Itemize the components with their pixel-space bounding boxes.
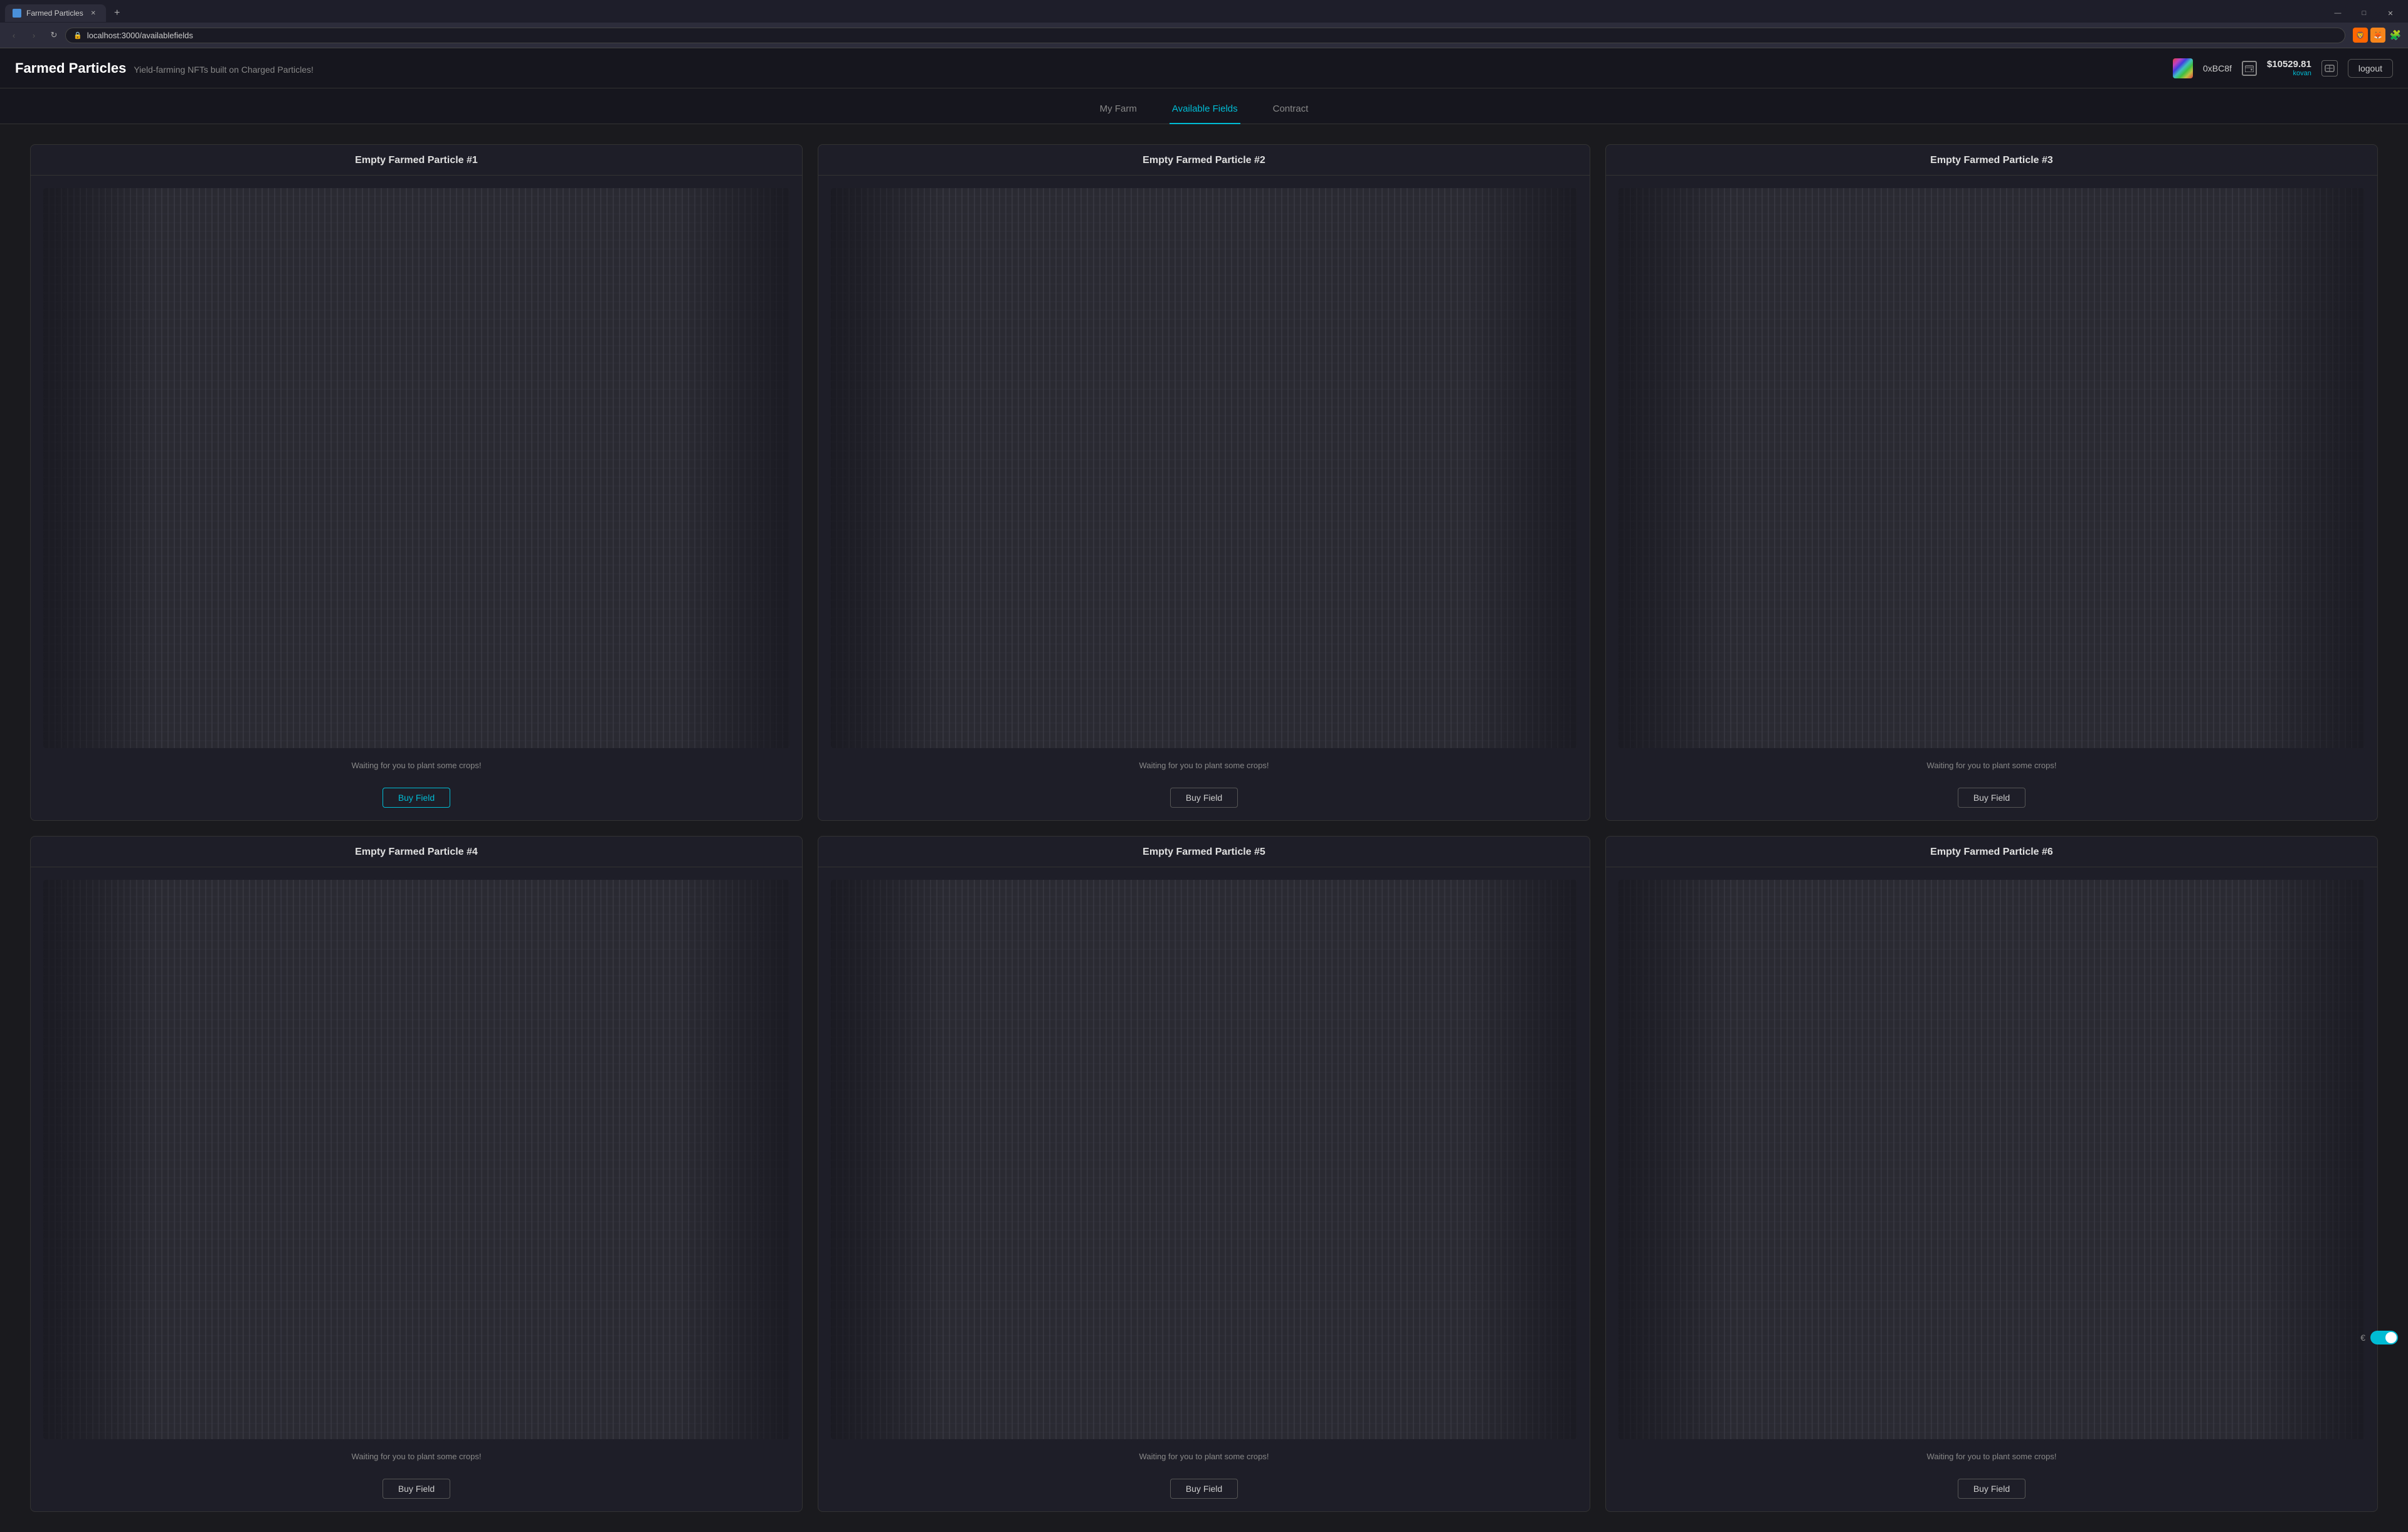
particle-card-1: Empty Farmed Particle #1 Waiting for you…	[30, 144, 803, 821]
browser-chrome: Farmed Particles ✕ + — □ ✕ ‹ › ↻ 🔒 local…	[0, 0, 2408, 48]
card-title-3: Empty Farmed Particle #3	[1606, 145, 2377, 176]
card-actions-5: Buy Field	[818, 1471, 1590, 1511]
particle-card-4: Empty Farmed Particle #4 Waiting for you…	[30, 836, 803, 1513]
particle-image-6	[1619, 880, 2365, 1440]
main-content: Empty Farmed Particle #1 Waiting for you…	[0, 124, 2408, 1532]
card-actions-6: Buy Field	[1606, 1471, 2377, 1511]
app-header: Farmed Particles Yield-farming NFTs buil…	[0, 48, 2408, 88]
window-controls: — □ ✕	[2325, 4, 2403, 22]
tab-my-farm[interactable]: My Farm	[1097, 98, 1139, 124]
card-title-5: Empty Farmed Particle #5	[818, 837, 1590, 867]
wallet-address: 0xBC8f	[2203, 63, 2232, 73]
buy-field-button-2[interactable]: Buy Field	[1170, 788, 1238, 808]
buy-field-button-6[interactable]: Buy Field	[1958, 1479, 2025, 1499]
close-button[interactable]: ✕	[2378, 4, 2403, 22]
tab-close-button[interactable]: ✕	[88, 8, 98, 18]
toggle-switch[interactable]	[2370, 1331, 2398, 1344]
wallet-balance: $10529.81	[2267, 59, 2311, 70]
wallet-avatar	[2173, 58, 2193, 78]
extensions-area: 🦁 🦊 🧩	[2353, 28, 2403, 43]
bottom-right-controls: €	[2360, 1331, 2398, 1344]
card-image-area-2	[818, 176, 1590, 761]
card-status-4: Waiting for you to plant some crops!	[31, 1452, 802, 1471]
buy-field-button-5[interactable]: Buy Field	[1170, 1479, 1238, 1499]
tab-contract[interactable]: Contract	[1270, 98, 1311, 124]
tab-bar: Farmed Particles ✕ + — □ ✕	[0, 0, 2408, 23]
nav-tabs: My Farm Available Fields Contract	[0, 88, 2408, 124]
tab-available-fields[interactable]: Available Fields	[1170, 98, 1240, 124]
buy-field-button-4[interactable]: Buy Field	[383, 1479, 450, 1499]
address-bar-row: ‹ › ↻ 🔒 localhost:3000/availablefields 🦁…	[0, 23, 2408, 48]
refresh-button[interactable]: ↻	[45, 26, 63, 44]
network-icon	[2321, 60, 2338, 77]
app-title: Farmed Particles	[15, 60, 126, 77]
card-status-6: Waiting for you to plant some crops!	[1606, 1452, 2377, 1471]
maximize-button[interactable]: □	[2352, 4, 2377, 22]
card-status-2: Waiting for you to plant some crops!	[818, 761, 1590, 780]
wallet-icon	[2242, 61, 2257, 76]
card-actions-4: Buy Field	[31, 1471, 802, 1511]
tab-favicon	[13, 9, 21, 18]
card-image-area-4	[31, 867, 802, 1452]
header-right: 0xBC8f $10529.81 kovan logout	[2173, 58, 2393, 78]
card-status-3: Waiting for you to plant some crops!	[1606, 761, 2377, 780]
forward-button[interactable]: ›	[25, 26, 43, 44]
card-image-area-1	[31, 176, 802, 761]
security-icon: 🔒	[73, 31, 82, 40]
cards-grid: Empty Farmed Particle #1 Waiting for you…	[30, 144, 2378, 1512]
card-status-5: Waiting for you to plant some crops!	[818, 1452, 1590, 1471]
card-actions-3: Buy Field	[1606, 780, 2377, 820]
back-button[interactable]: ‹	[5, 26, 23, 44]
particle-image-5	[831, 880, 1577, 1440]
card-status-1: Waiting for you to plant some crops!	[31, 761, 802, 780]
card-title-6: Empty Farmed Particle #6	[1606, 837, 2377, 867]
card-image-area-6	[1606, 867, 2377, 1452]
new-tab-button[interactable]: +	[108, 4, 126, 22]
particle-card-6: Empty Farmed Particle #6 Waiting for you…	[1605, 836, 2378, 1513]
app-subtitle: Yield-farming NFTs built on Charged Part…	[134, 65, 314, 75]
card-actions-2: Buy Field	[818, 780, 1590, 820]
particle-card-2: Empty Farmed Particle #2 Waiting for you…	[818, 144, 1590, 821]
active-tab[interactable]: Farmed Particles ✕	[5, 4, 106, 22]
card-image-area-5	[818, 867, 1590, 1452]
brave-shield-icon: 🦁	[2353, 28, 2368, 43]
buy-field-button-3[interactable]: Buy Field	[1958, 788, 2025, 808]
wallet-info-group: $10529.81 kovan	[2267, 59, 2311, 77]
card-title-2: Empty Farmed Particle #2	[818, 145, 1590, 176]
minimize-button[interactable]: —	[2325, 4, 2350, 22]
tab-title: Farmed Particles	[26, 9, 83, 18]
currency-symbol: €	[2360, 1333, 2365, 1343]
particle-image-1	[43, 188, 789, 748]
buy-field-button-1[interactable]: Buy Field	[383, 788, 450, 808]
particle-card-5: Empty Farmed Particle #5 Waiting for you…	[818, 836, 1590, 1513]
card-title-4: Empty Farmed Particle #4	[31, 837, 802, 867]
card-image-area-3	[1606, 176, 2377, 761]
address-bar[interactable]: 🔒 localhost:3000/availablefields	[65, 28, 2345, 43]
particle-image-2	[831, 188, 1577, 748]
puzzle-icon[interactable]: 🧩	[2388, 28, 2403, 43]
particle-image-4	[43, 880, 789, 1440]
logout-button[interactable]: logout	[2348, 59, 2393, 78]
card-actions-1: Buy Field	[31, 780, 802, 820]
logo-area: Farmed Particles Yield-farming NFTs buil…	[15, 60, 314, 77]
particle-image-3	[1619, 188, 2365, 748]
address-text: localhost:3000/availablefields	[87, 31, 193, 40]
network-label: kovan	[2293, 70, 2311, 77]
card-title-1: Empty Farmed Particle #1	[31, 145, 802, 176]
metamask-icon: 🦊	[2370, 28, 2385, 43]
particle-card-3: Empty Farmed Particle #3 Waiting for you…	[1605, 144, 2378, 821]
toggle-knob	[2385, 1332, 2397, 1343]
